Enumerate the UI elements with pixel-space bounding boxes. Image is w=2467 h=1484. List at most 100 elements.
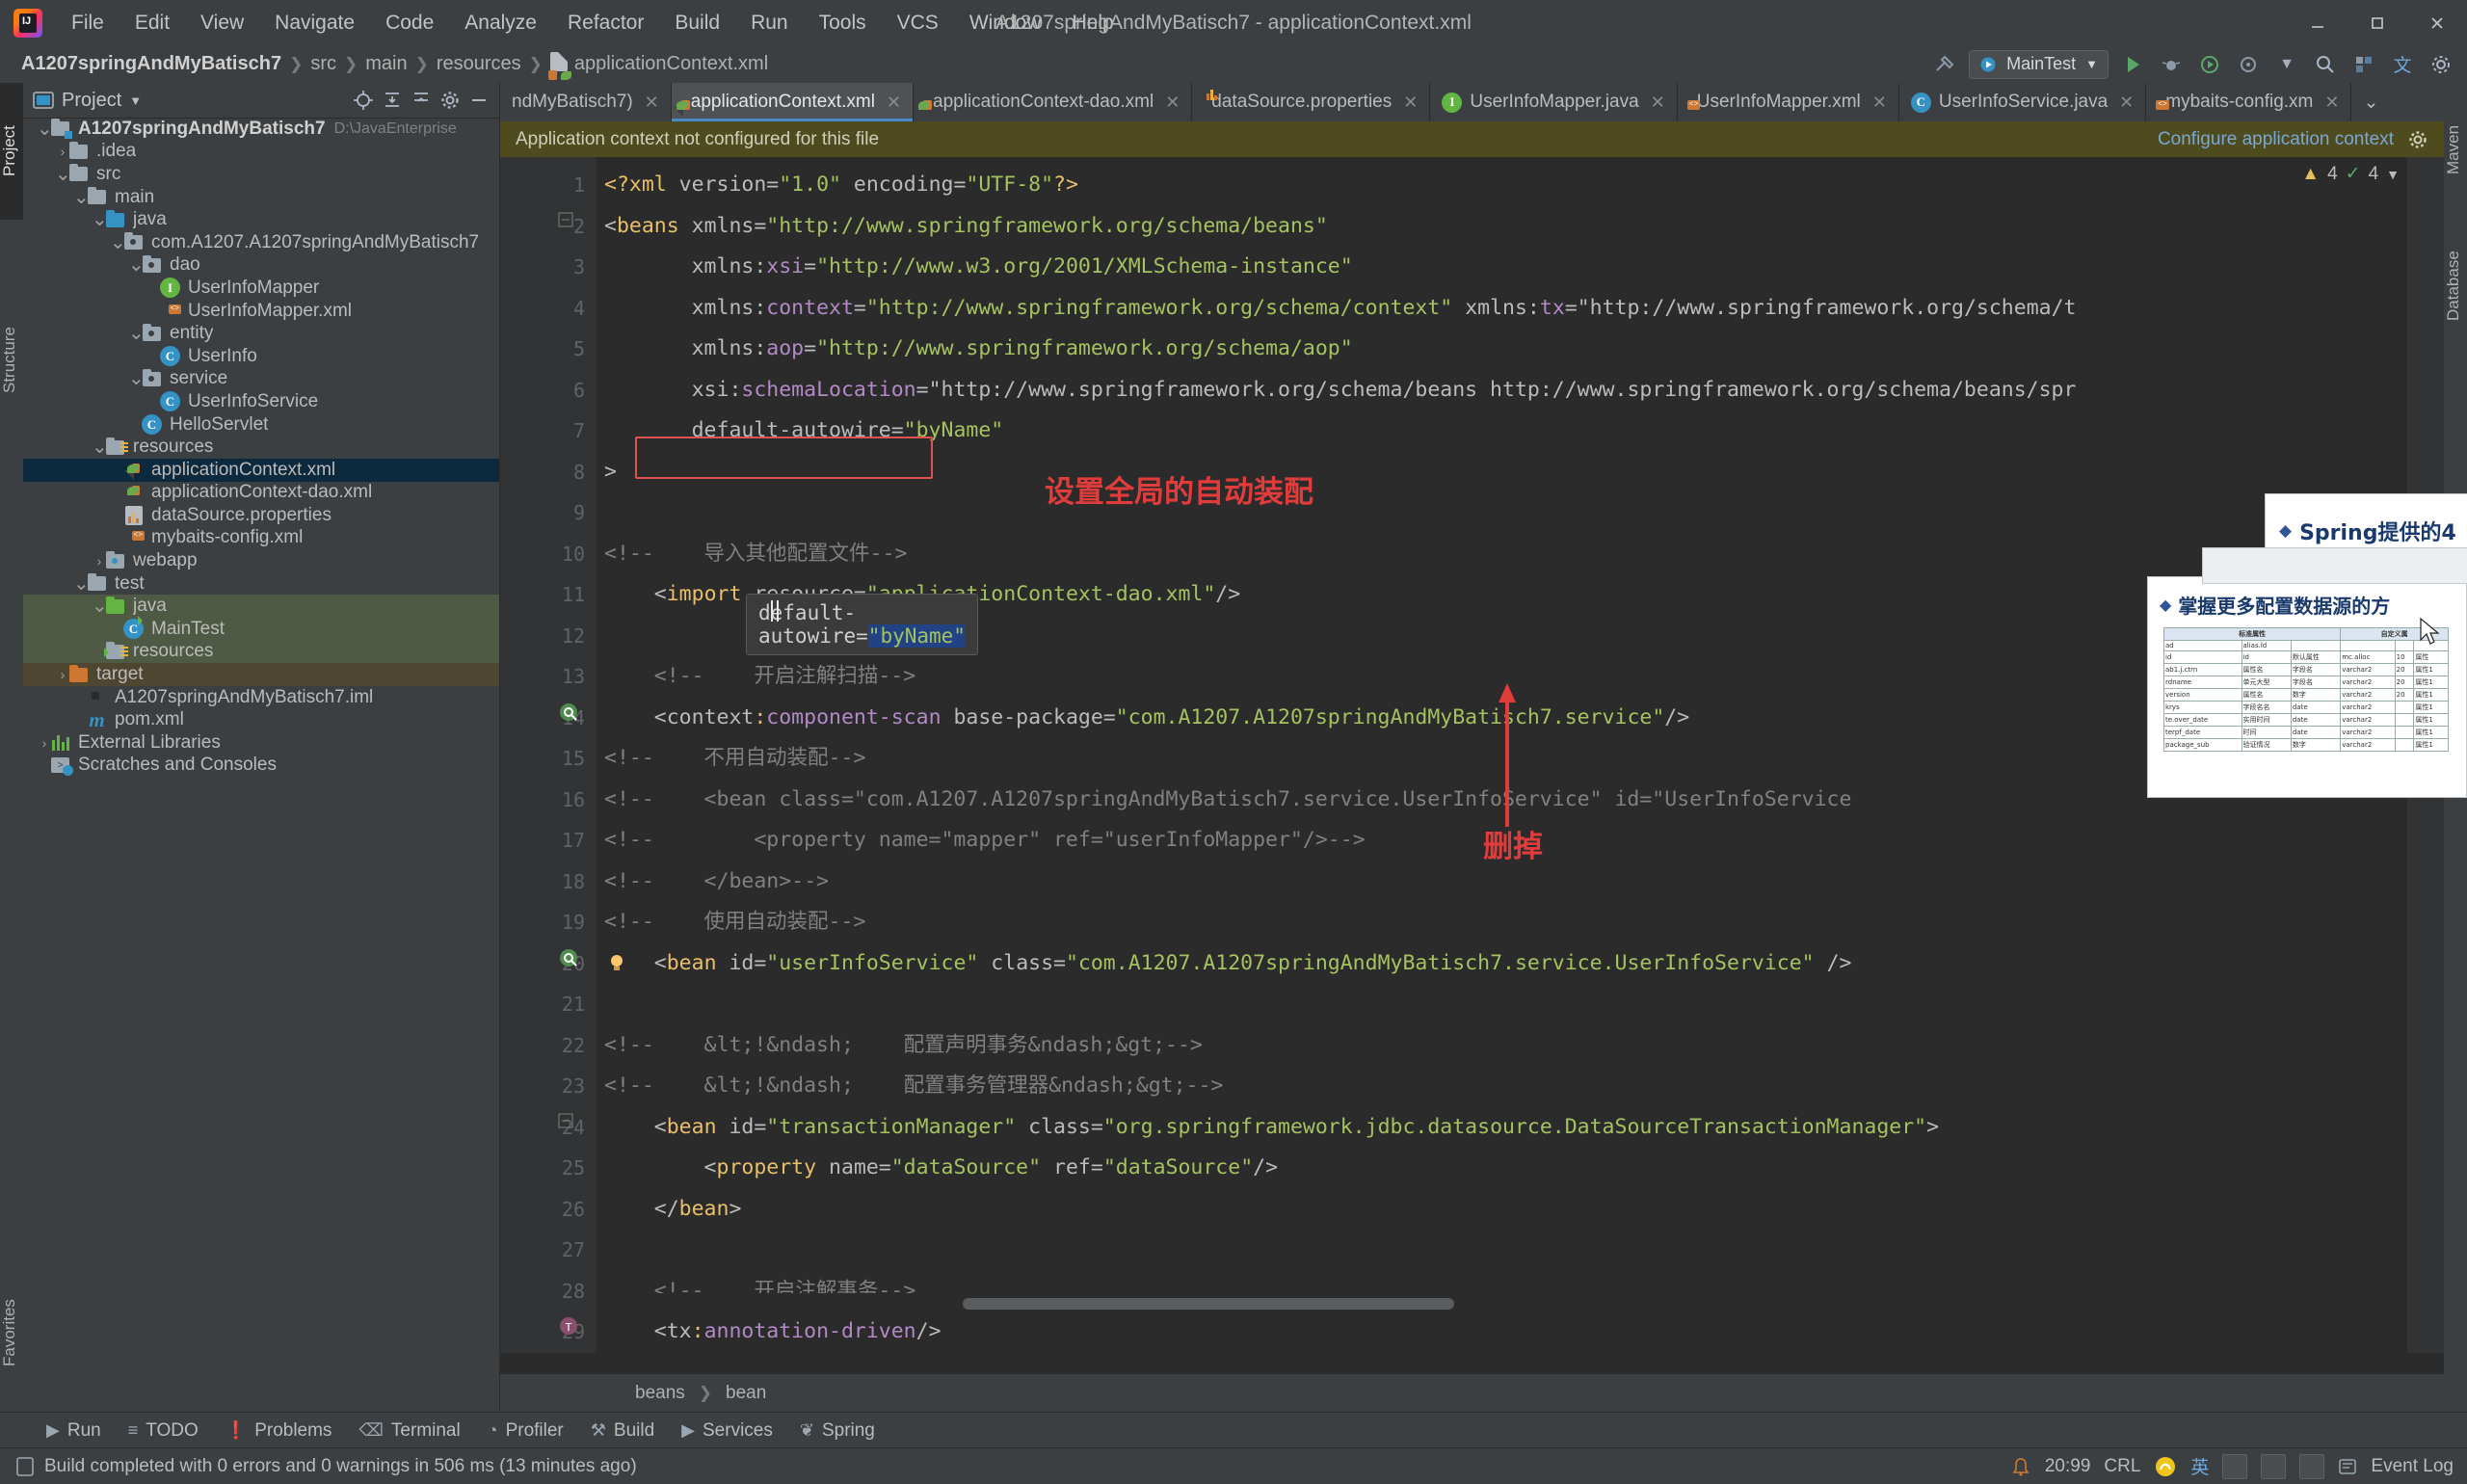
- intention-bulb-icon[interactable]: [606, 947, 627, 989]
- inspection-summary[interactable]: ▲ 4 ✓ 4 ▼: [2301, 163, 2400, 185]
- code-line[interactable]: <!-- <property name="mapper" ref="userIn…: [604, 820, 1366, 861]
- menu-refactor[interactable]: Refactor: [552, 8, 659, 39]
- code-line[interactable]: <!-- </bean>-->: [604, 861, 829, 903]
- configure-application-context-link[interactable]: Configure application context: [2158, 129, 2394, 150]
- close-tab-icon[interactable]: ✕: [645, 93, 659, 113]
- bottom-tool-run[interactable]: ▶ Run: [35, 1417, 113, 1445]
- tabs-overflow-chevron-icon[interactable]: ⌄: [2351, 83, 2390, 121]
- editor-tab-applicationcontext-dao-xml[interactable]: <applicationContext-dao.xml✕: [914, 83, 1193, 121]
- collapse-all-icon[interactable]: [409, 88, 434, 113]
- breadcrumb-project[interactable]: A1207springAndMyBatisch7: [15, 51, 287, 77]
- breadcrumb-file[interactable]: applicationContext.xml: [544, 50, 774, 80]
- code-line[interactable]: <!-- 使用自动装配-->: [604, 902, 865, 943]
- tree-node-userinfomapper-xml[interactable]: <> UserInfoMapper.xml: [23, 300, 499, 323]
- project-settings-gear-icon[interactable]: [438, 88, 463, 113]
- tree-node-scratches-and-consoles[interactable]: > Scratches and Consoles: [23, 755, 499, 778]
- bottom-tool-profiler[interactable]: ◔ Profiler: [476, 1417, 575, 1445]
- tree-node-external-libraries[interactable]: › External Libraries: [23, 731, 499, 755]
- code-line[interactable]: <bean id="transactionManager" class="org…: [604, 1107, 1939, 1149]
- close-tab-icon[interactable]: ✕: [887, 93, 901, 113]
- bottom-tool-build[interactable]: ⚒ Build: [579, 1417, 666, 1445]
- chevron-down-icon[interactable]: ▼: [129, 93, 142, 108]
- editor-tab-applicationcontext-xml[interactable]: <applicationContext.xml✕: [671, 83, 915, 121]
- menu-run[interactable]: Run: [735, 8, 804, 39]
- editor-tabs[interactable]: ndMyBatisch7)✕<applicationContext.xml✕<a…: [500, 83, 2444, 121]
- editor-tab-datasource-properties[interactable]: dataSource.properties ✕: [1192, 83, 1431, 121]
- tool-tab-structure[interactable]: Structure: [0, 276, 23, 445]
- code-line[interactable]: xmlns:xsi="http://www.w3.org/2001/XMLSch…: [604, 247, 1353, 288]
- event-log-icon[interactable]: [2338, 1457, 2357, 1476]
- code-line[interactable]: <!-- &lt;!&ndash; 配置事务属性&ndash;&gt;-->: [604, 1353, 1253, 1354]
- code-line[interactable]: <beans xmlns="http://www.springframework…: [604, 206, 1328, 248]
- ime-toolbar-button[interactable]: [2299, 1453, 2325, 1479]
- close-tab-icon[interactable]: ✕: [1872, 93, 1887, 113]
- tree-node-dao[interactable]: ⌄ dao: [23, 254, 499, 278]
- close-tab-icon[interactable]: ✕: [2119, 93, 2134, 113]
- tree-node-resources[interactable]: ⌄ resources: [23, 436, 499, 459]
- bottom-tool-todo[interactable]: ≡ TODO: [117, 1417, 210, 1445]
- menu-file[interactable]: File: [56, 8, 119, 39]
- expand-all-icon[interactable]: [380, 88, 405, 113]
- tree-node-target[interactable]: › target: [23, 663, 499, 686]
- tree-node-java[interactable]: ⌄ java: [23, 208, 499, 231]
- code-line[interactable]: >: [604, 452, 617, 493]
- code-line[interactable]: <!-- 开启注解扫描-->: [604, 656, 915, 698]
- tree-node-src[interactable]: ⌄ src: [23, 163, 499, 186]
- menu-navigate[interactable]: Navigate: [259, 8, 370, 39]
- project-tree[interactable]: ⌄ A1207springAndMyBatisch7 D:\JavaEnterpri…: [23, 118, 499, 1413]
- spring-bean-gutter-icon[interactable]: [558, 702, 579, 728]
- tree-node-datasource-properties[interactable]: dataSource.properties: [23, 504, 499, 527]
- code-line[interactable]: xmlns:aop="http://www.springframework.or…: [604, 329, 1353, 370]
- tree-node-pom-xml[interactable]: m pom.xml: [23, 708, 499, 731]
- code-line[interactable]: xmlns:context="http://www.springframewor…: [604, 288, 2077, 330]
- tree-node-resources[interactable]: resources: [23, 640, 499, 664]
- tree-node-com-a1207-a1207springandmybatisch7[interactable]: ⌄ com.A1207.A1207springAndMyBatisch7: [23, 231, 499, 254]
- menu-build[interactable]: Build: [659, 8, 735, 39]
- close-tab-icon[interactable]: ✕: [2324, 93, 2339, 113]
- tree-node-applicationcontext-xml[interactable]: <applicationContext.xml: [23, 458, 499, 482]
- inspection-chevron-icon[interactable]: ▼: [2386, 167, 2400, 182]
- tree-node-mybaits-config-xml[interactable]: <> mybaits-config.xml: [23, 527, 499, 550]
- menu-view[interactable]: View: [185, 8, 259, 39]
- tree-node-userinfomapper[interactable]: I UserInfoMapper: [23, 277, 499, 300]
- code-line[interactable]: <!-- &lt;!&ndash; 配置事务管理器&ndash;&gt;-->: [604, 1066, 1223, 1107]
- tree-node-test[interactable]: ⌄ test: [23, 572, 499, 596]
- event-log-label[interactable]: Event Log: [2371, 1456, 2454, 1477]
- close-tab-icon[interactable]: ✕: [1651, 93, 1665, 113]
- menu-tools[interactable]: Tools: [804, 8, 882, 39]
- ime-language-badge[interactable]: 英: [2190, 1453, 2209, 1479]
- menu-window[interactable]: Window: [954, 8, 1057, 39]
- notification-bell-icon[interactable]: [2010, 1456, 2031, 1477]
- ime-toolbar-button[interactable]: [2261, 1453, 2287, 1479]
- close-tab-icon[interactable]: ✕: [1165, 93, 1180, 113]
- editor-tab-mybaits-config-xm[interactable]: <> mybaits-config.xm ✕: [2146, 83, 2352, 121]
- bottom-tool-services[interactable]: ▶ Services: [670, 1417, 784, 1445]
- tree-node-java[interactable]: ⌄ java: [23, 595, 499, 619]
- minimize-button[interactable]: [2288, 0, 2348, 45]
- close-button[interactable]: [2407, 0, 2467, 45]
- bottom-tool-terminal[interactable]: ⌫ Terminal: [347, 1417, 471, 1445]
- editor-tab-userinfomapper-xml[interactable]: <> UserInfoMapper.xml ✕: [1678, 83, 1899, 121]
- editor-gutter[interactable]: 1234567891011121314151617181920212223242…: [500, 157, 597, 1353]
- code-line[interactable]: <property name="dataSource" ref="dataSou…: [604, 1148, 1279, 1189]
- tree-node-entity[interactable]: ⌄ entity: [23, 322, 499, 345]
- ime-toolbar-button[interactable]: [2222, 1453, 2248, 1479]
- breadcrumb-main[interactable]: main: [359, 51, 412, 77]
- close-tab-icon[interactable]: ✕: [1403, 93, 1418, 113]
- maximize-button[interactable]: [2348, 0, 2407, 45]
- tree-node-applicationcontext-dao-xml[interactable]: <applicationContext-dao.xml: [23, 482, 499, 505]
- code-line[interactable]: <!-- &lt;!&ndash; 配置声明事务&ndash;&gt;-->: [604, 1025, 1203, 1067]
- code-line[interactable]: <!-- 导入其他配置文件-->: [604, 534, 907, 575]
- menu-code[interactable]: Code: [370, 8, 449, 39]
- code-line[interactable]: <!-- <bean class="com.A1207.A1207springA…: [604, 780, 1851, 821]
- menu-help[interactable]: Help: [1057, 8, 1129, 39]
- bottom-tool-problems[interactable]: ❗ Problems: [214, 1417, 344, 1445]
- tree-node-helloservlet[interactable]: C HelloServlet: [23, 413, 499, 437]
- bottom-tool-window-bar[interactable]: ▶ Run ≡ TODO ❗ Problems ⌫ Terminal ◔ Profiler ⚒ Bui…: [0, 1412, 2467, 1448]
- code-line[interactable]: <!-- 不用自动装配-->: [604, 738, 865, 780]
- tool-tab-maven[interactable]: Maven: [2444, 89, 2467, 210]
- run-with-coverage-button[interactable]: [2195, 50, 2224, 79]
- tree-node-maintest[interactable]: C MainTest: [23, 616, 499, 641]
- more-actions-icon[interactable]: ▼: [2272, 50, 2301, 79]
- build-hammer-icon[interactable]: [1930, 50, 1959, 79]
